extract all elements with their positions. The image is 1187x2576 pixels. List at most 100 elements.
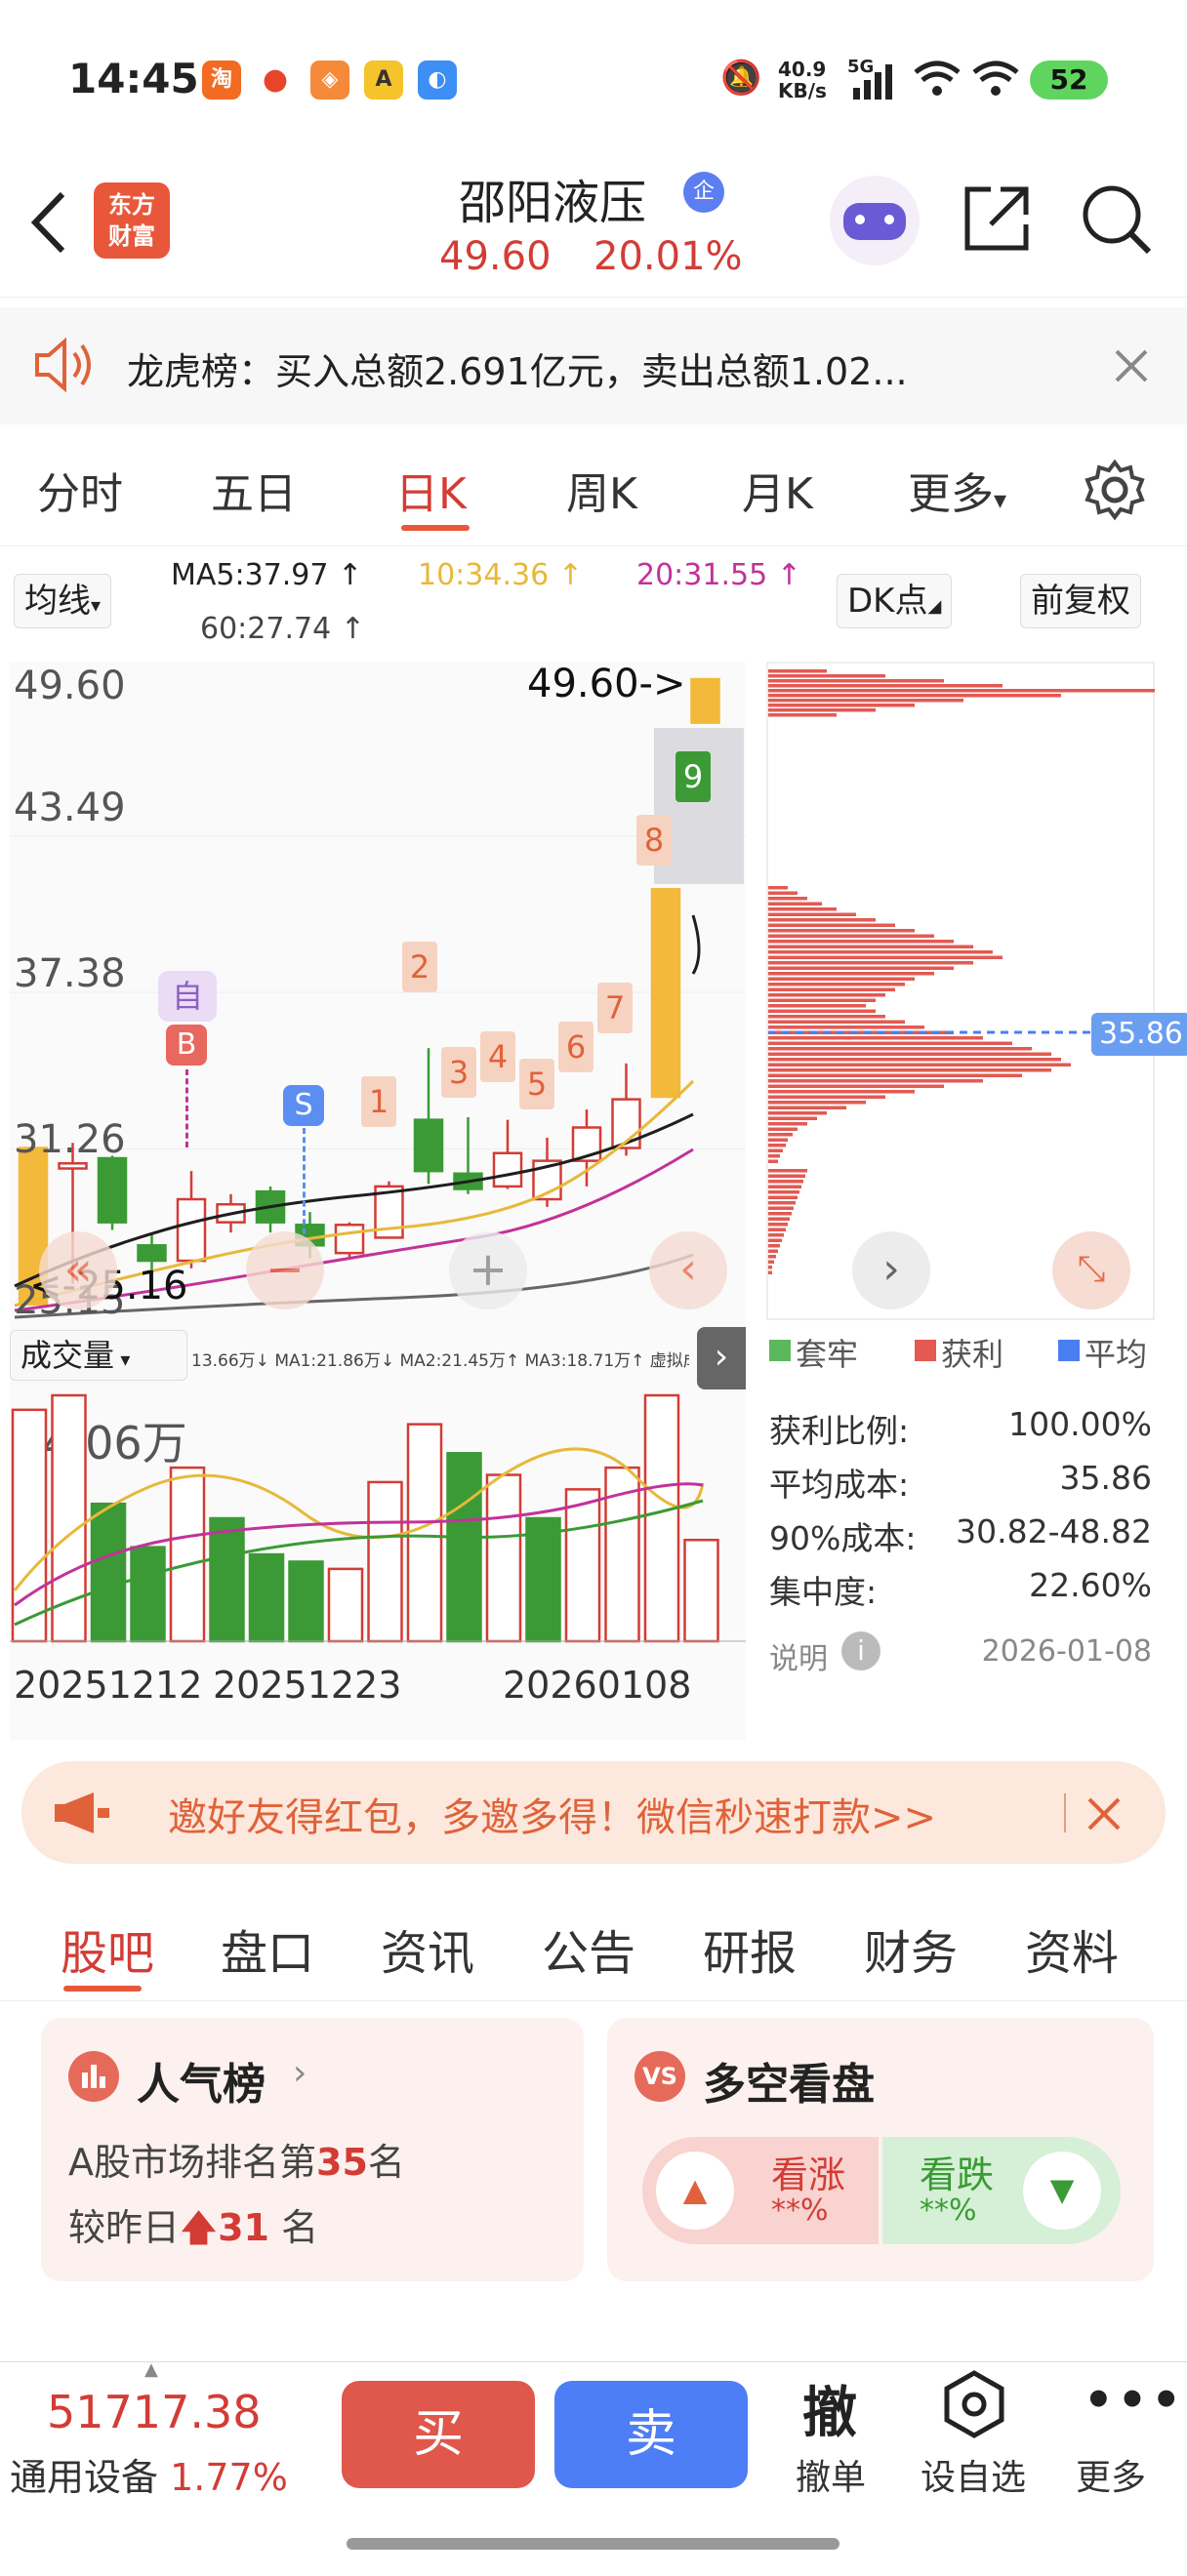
chip-bar: [768, 897, 807, 901]
chip-bar: [768, 1052, 1051, 1056]
chip-bar: [768, 1195, 798, 1199]
count-marker: 5: [519, 1059, 554, 1109]
chip-bar: [768, 918, 876, 922]
sell-point-marker[interactable]: S: [283, 1085, 324, 1126]
tab-more[interactable]: 更多▾: [908, 459, 1006, 521]
chip-bar: [768, 987, 895, 991]
chip-bar: [768, 1223, 788, 1227]
prev-icon[interactable]: ‹: [649, 1231, 727, 1309]
triangle-up-icon: ▲: [656, 2152, 734, 2230]
chip-bar: [768, 669, 827, 673]
zoom-in-icon[interactable]: +: [449, 1231, 527, 1309]
search-icon[interactable]: [1079, 181, 1153, 256]
watchlist-icon[interactable]: [939, 2369, 1009, 2439]
close-icon[interactable]: [1085, 1795, 1123, 1832]
dropdown-arrow-icon: ▾: [91, 593, 102, 617]
more-dots-icon[interactable]: •••: [1084, 2373, 1185, 2428]
ma5-value: MA5:37.97 ↑: [171, 558, 363, 592]
tab-news[interactable]: 资讯: [381, 1914, 474, 1983]
more-label[interactable]: 更多: [1076, 2449, 1146, 2500]
chip-bar: [768, 1084, 944, 1088]
tab-five-day[interactable]: 五日: [211, 459, 297, 521]
tab-finance[interactable]: 财务: [864, 1914, 958, 1983]
self-marker[interactable]: 自: [158, 971, 217, 1022]
index-name: 通用设备: [10, 2456, 159, 2499]
back-icon[interactable]: [27, 188, 70, 257]
invite-text: 邀好友得红包，多邀多得！微信秒速打款>>: [168, 1795, 937, 1840]
tab-guba[interactable]: 股吧: [61, 1914, 154, 1983]
mute-icon: 🔕: [720, 59, 762, 98]
tab-weekly-k[interactable]: 周K: [566, 459, 637, 521]
volume-bar: [11, 1408, 48, 1643]
chip-bar: [768, 1047, 1032, 1051]
marker-dash: [303, 1128, 306, 1243]
settings-gear-icon[interactable]: [1084, 459, 1146, 521]
share-icon[interactable]: [962, 183, 1032, 254]
cancel-order-icon[interactable]: 撤: [802, 2369, 857, 2448]
cancel-order-label[interactable]: 撤单: [796, 2449, 866, 2500]
logo-line1: 东方: [108, 191, 155, 219]
tab-orderbook[interactable]: 盘口: [221, 1914, 314, 1983]
tab-more-label: 更多: [908, 469, 994, 519]
tab-announcements[interactable]: 公告: [542, 1914, 635, 1983]
count-marker: 4: [480, 1031, 515, 1082]
watchlist-label[interactable]: 设自选: [921, 2449, 1026, 2500]
buy-point-marker[interactable]: B: [166, 1025, 207, 1066]
cost-profile-plot[interactable]: [766, 662, 1155, 1320]
expand-right-icon[interactable]: ›: [697, 1327, 746, 1389]
legend-avg: 平均: [1085, 1336, 1148, 1373]
note-link[interactable]: 说明: [769, 1634, 828, 1677]
index-value[interactable]: 51717.38: [47, 2386, 262, 2438]
corner-arrow-icon: ◢: [927, 596, 942, 617]
dropdown-arrow-icon: ▾: [114, 1348, 131, 1371]
y-tick-3: 37.38: [14, 951, 126, 996]
volume-plot[interactable]: [10, 1386, 746, 1659]
chip-bar: [768, 950, 993, 954]
current-price-marker: 49.60->: [527, 662, 686, 706]
chip-bar: [768, 1073, 1022, 1077]
volume-bar: [288, 1560, 324, 1643]
chip-bar: [768, 972, 934, 976]
scroll-left-icon[interactable]: «: [39, 1231, 117, 1309]
active-tab-underline: [63, 1986, 142, 1992]
volume-summary: 13.66万↓ MA1:21.86万↓ MA2:21.45万↑ MA3:18.7…: [191, 1351, 689, 1371]
sentiment-title: 多空看盘: [703, 2060, 875, 2110]
index-line[interactable]: 通用设备 1.77%: [10, 2447, 288, 2501]
chip-bar: [768, 1026, 924, 1029]
chip-bar: [768, 1260, 774, 1264]
rank-change-value: 31: [218, 2206, 269, 2249]
tab-monthly-k[interactable]: 月K: [742, 459, 813, 521]
dk-points-select[interactable]: DK点◢: [837, 574, 953, 628]
adjust-select[interactable]: 前复权: [1020, 574, 1141, 628]
volume-bar: [485, 1473, 522, 1643]
chip-bar: [768, 1212, 792, 1216]
signal-icon: [853, 64, 892, 100]
ma-select[interactable]: 均线▾: [14, 574, 112, 628]
chip-bar: [768, 1217, 790, 1221]
expand-icon[interactable]: ⤡: [1052, 1231, 1130, 1309]
buy-button[interactable]: 买: [342, 2381, 535, 2488]
count-marker: 7: [597, 983, 633, 1033]
tab-intraday[interactable]: 分时: [37, 459, 123, 521]
tab-profile[interactable]: 资料: [1025, 1914, 1119, 1983]
rank-chart-icon: [68, 2051, 119, 2102]
count-marker: 3: [441, 1047, 476, 1098]
rank-suffix: 名: [367, 2141, 405, 2184]
volume-bar: [248, 1552, 285, 1643]
chip-bar: [768, 993, 885, 997]
chip-bar: [768, 1036, 983, 1040]
zoom-out-icon[interactable]: −: [246, 1231, 324, 1309]
chip-bar: [768, 1238, 782, 1242]
info-icon[interactable]: i: [841, 1631, 880, 1670]
chip-bar: [768, 961, 973, 965]
chip-bar: [768, 1169, 807, 1173]
close-icon[interactable]: [1113, 347, 1150, 384]
tab-daily-k[interactable]: 日K: [395, 459, 467, 521]
ai-assistant-icon[interactable]: [830, 176, 920, 265]
sell-button[interactable]: 卖: [554, 2381, 748, 2488]
next-icon[interactable]: ›: [852, 1231, 930, 1309]
tab-research[interactable]: 研报: [703, 1914, 797, 1983]
volume-select[interactable]: 成交量 ▾: [10, 1330, 187, 1381]
chip-bar: [768, 1174, 805, 1178]
chip-bar: [768, 699, 963, 703]
